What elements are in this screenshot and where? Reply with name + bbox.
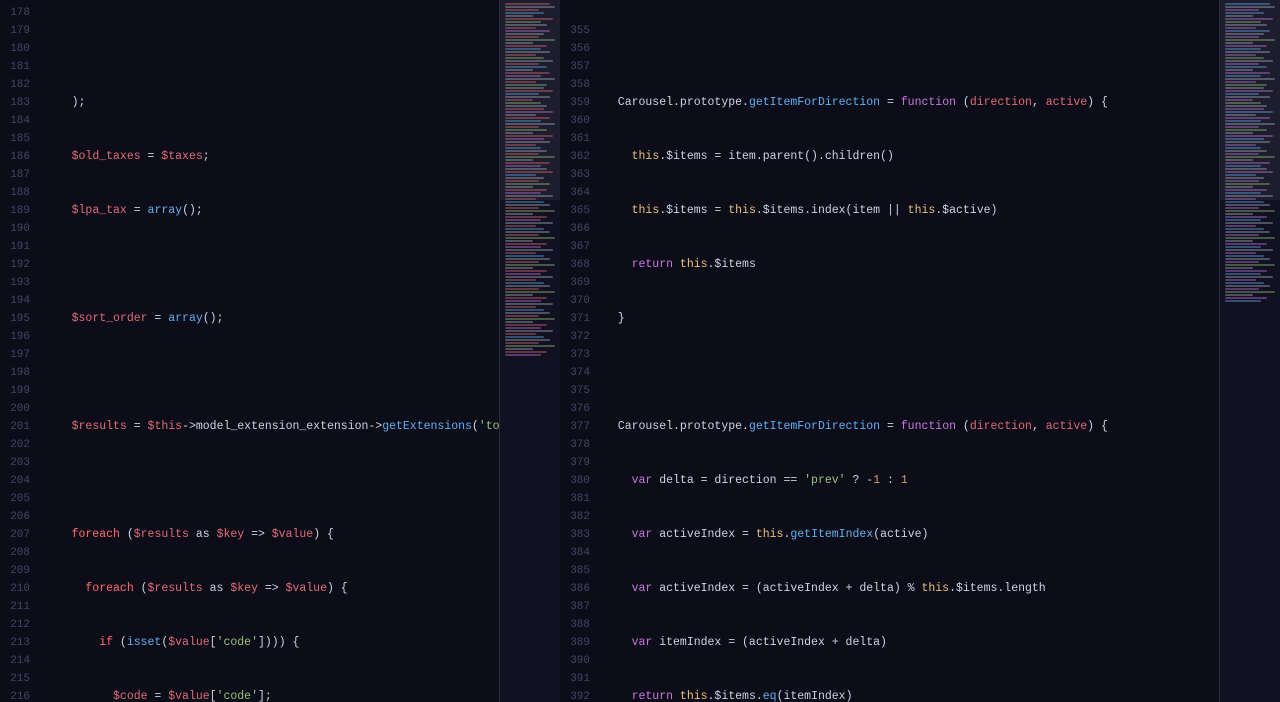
- right-panel: 355 356 357 358 359 360 361 362 363 364 …: [560, 0, 1220, 702]
- left-code-content[interactable]: ); $old_taxes = $taxes; $lpa_tax = array…: [36, 0, 499, 702]
- right-code-area: 355 356 357 358 359 360 361 362 363 364 …: [560, 0, 1219, 702]
- right-minimap[interactable]: [1220, 0, 1280, 702]
- editor-container: 178 179 180 181 182 183 184 185 186 187 …: [0, 0, 1280, 702]
- left-line-numbers: 178 179 180 181 182 183 184 185 186 187 …: [0, 0, 36, 702]
- left-code-area: 178 179 180 181 182 183 184 185 186 187 …: [0, 0, 499, 702]
- left-minimap[interactable]: [500, 0, 560, 702]
- right-line-numbers: 355 356 357 358 359 360 361 362 363 364 …: [560, 0, 596, 702]
- right-code-content[interactable]: Carousel.prototype.getItemForDirection =…: [596, 0, 1219, 702]
- left-panel: 178 179 180 181 182 183 184 185 186 187 …: [0, 0, 500, 702]
